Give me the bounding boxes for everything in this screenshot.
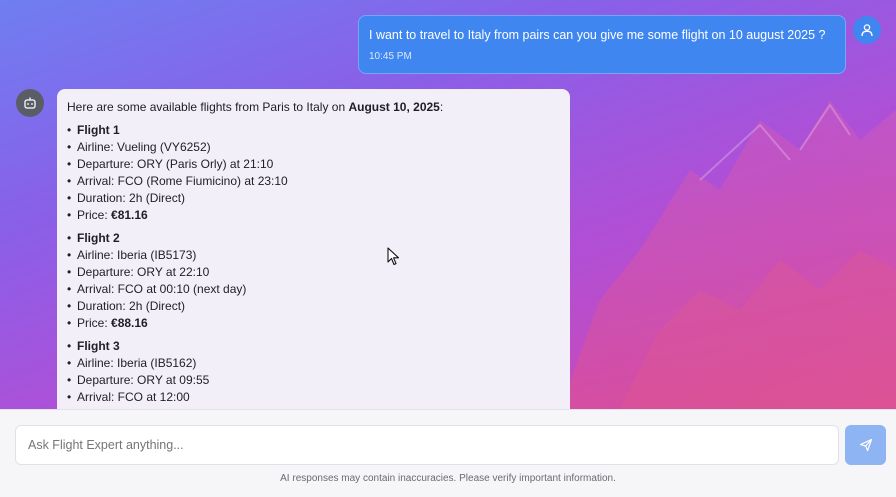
flight-departure: • Departure: ORY at 22:10 <box>67 265 210 279</box>
bot-icon <box>24 97 36 109</box>
disclaimer-text: AI responses may contain inaccuracies. P… <box>280 473 616 484</box>
bot-message-bubble: Here are some available flights from Par… <box>57 89 570 409</box>
flight-title: • Flight 3 <box>67 339 120 353</box>
mouse-cursor-icon <box>387 247 400 266</box>
flight-price: • Price: €81.16 <box>67 208 148 222</box>
composer-footer: AI responses may contain inaccuracies. P… <box>0 409 896 497</box>
flight-airline: • Airline: Iberia (IB5173) <box>67 248 197 262</box>
flight-2: • Flight 2 • Airline: Iberia (IB5173) • Dep… <box>67 230 560 332</box>
bot-intro: Here are some available flights from Par… <box>67 99 560 116</box>
flight-duration: • Duration: 2h (Direct) <box>67 191 186 205</box>
flight-price: • Price: €88.16 <box>67 316 148 330</box>
flight-departure: • Departure: ORY (Paris Orly) at 21:10 <box>67 157 274 171</box>
flight-title: • Flight 2 <box>67 231 120 245</box>
flight-departure: • Departure: ORY at 09:55 <box>67 373 210 387</box>
flight-1: • Flight 1 • Airline: Vueling (VY6252) • De… <box>67 122 560 224</box>
chat-area[interactable]: I want to travel to Italy from pairs can… <box>0 0 896 409</box>
user-message-time: 10:45 PM <box>369 51 412 62</box>
bot-intro-date: August 10, 2025 <box>348 100 440 114</box>
send-button[interactable] <box>845 425 886 465</box>
bot-avatar <box>16 89 44 117</box>
flight-3: • Flight 3 • Airline: Iberia (IB5162) • Dep… <box>67 338 560 406</box>
flight-airline: • Airline: Iberia (IB5162) <box>67 356 197 370</box>
flight-airline: • Airline: Vueling (VY6252) <box>67 140 211 154</box>
flight-arrival: • Arrival: FCO at 12:00 <box>67 390 190 404</box>
bot-intro-colon: : <box>439 100 444 114</box>
user-avatar <box>853 16 881 44</box>
send-icon <box>859 438 872 452</box>
flight-arrival: • Arrival: FCO at 00:10 (next day) <box>67 282 247 296</box>
user-message-text: I want to travel to Italy from pairs can… <box>369 28 826 42</box>
user-message-bubble: I want to travel to Italy from pairs can… <box>358 15 846 74</box>
flight-duration: • Duration: 2h (Direct) <box>67 299 186 313</box>
user-icon <box>861 24 873 37</box>
flight-title: • Flight 1 <box>67 123 120 137</box>
flight-arrival: • Arrival: FCO (Rome Fiumicino) at 23:10 <box>67 174 288 188</box>
bot-intro-text: Here are some available flights from Par… <box>67 100 349 114</box>
message-input[interactable] <box>15 425 839 465</box>
